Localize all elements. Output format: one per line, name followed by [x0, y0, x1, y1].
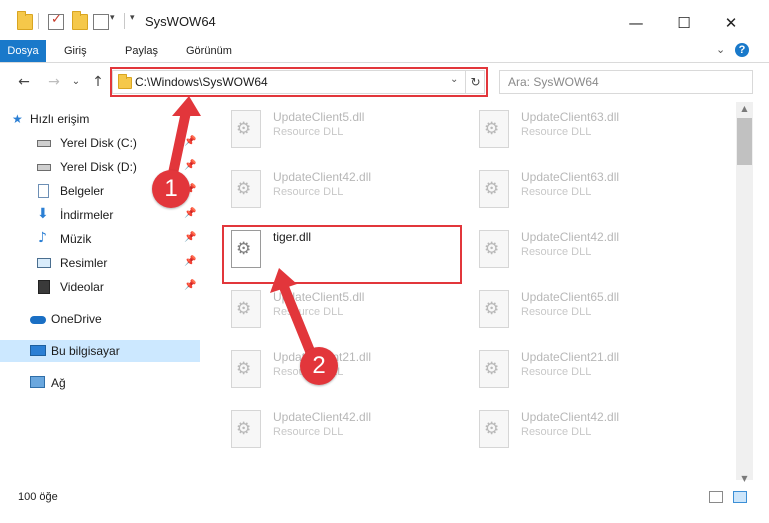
arrow-2 [270, 268, 317, 361]
step-1-badge: 1 [152, 170, 190, 208]
annotation-arrows [167, 96, 317, 361]
step-2-badge: 2 [300, 347, 338, 385]
arrow-1 [167, 96, 201, 183]
